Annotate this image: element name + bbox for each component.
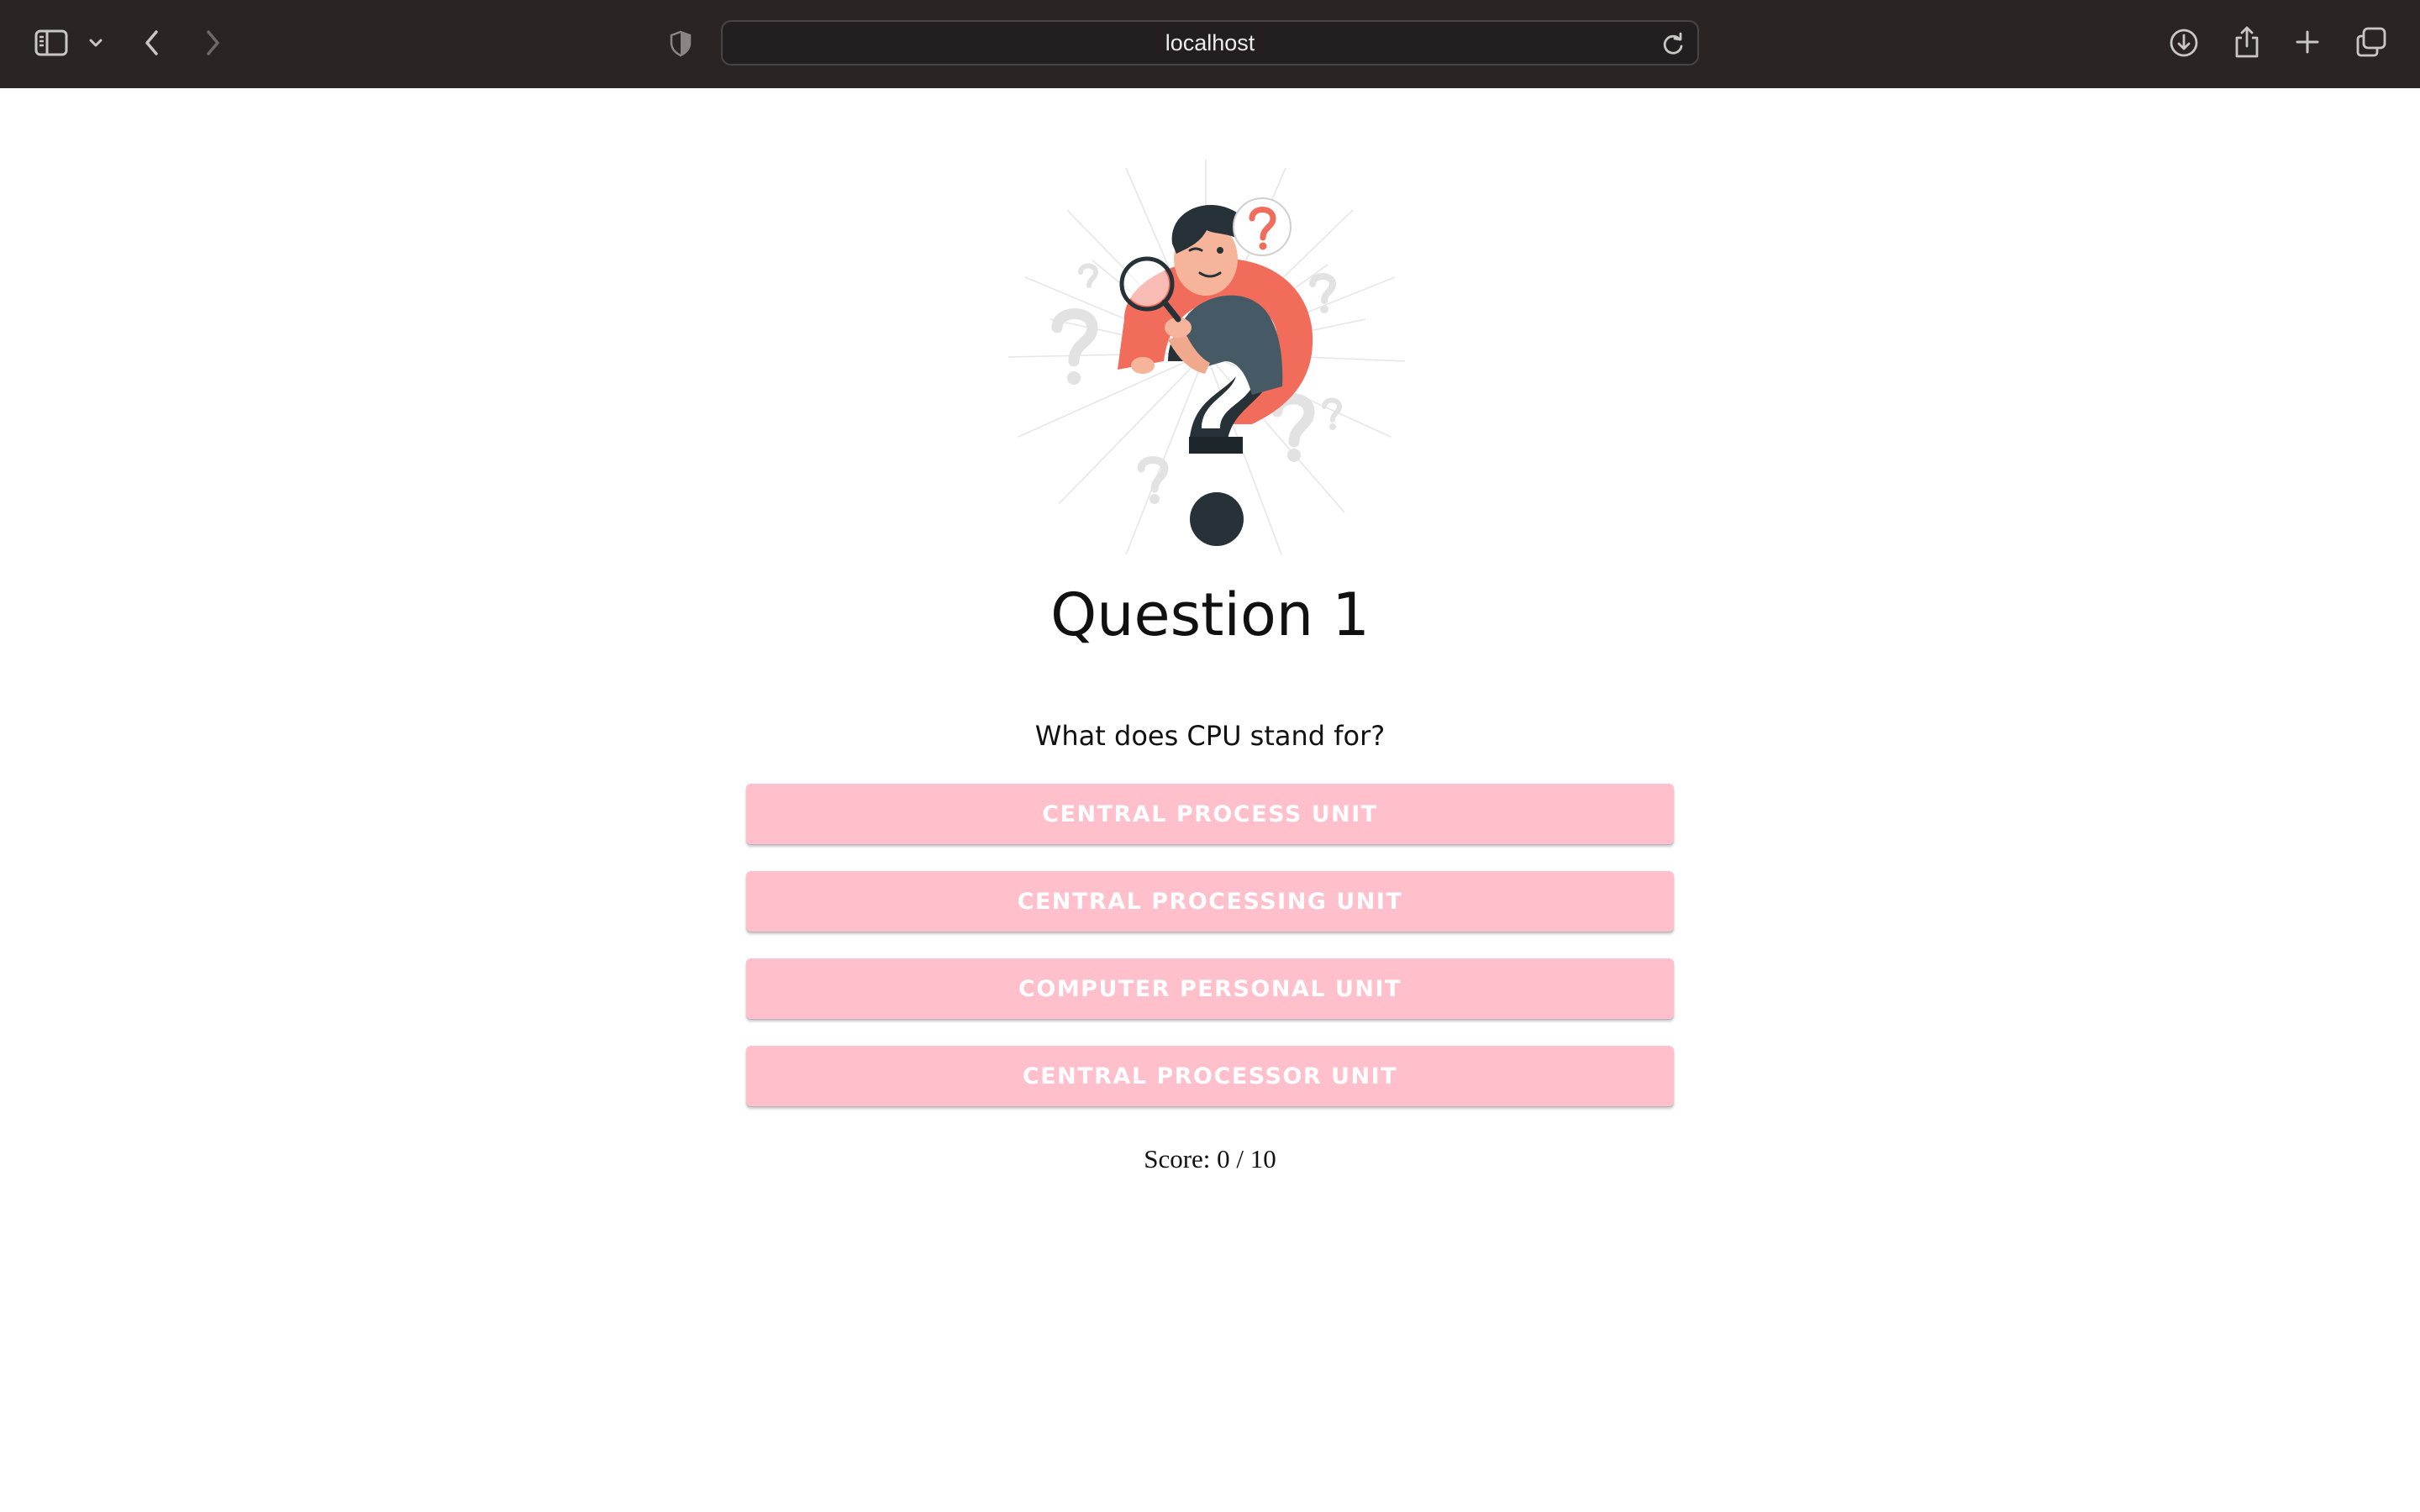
address-bar[interactable]: localhost bbox=[721, 20, 1699, 66]
browser-toolbar: localhost bbox=[0, 0, 2420, 88]
answer-button-3[interactable]: COMPUTER PERSONAL UNIT bbox=[746, 958, 1674, 1019]
chevron-right-icon[interactable] bbox=[200, 27, 225, 59]
question-text: What does CPU stand for? bbox=[1034, 720, 1386, 752]
sidebar-icon[interactable] bbox=[34, 27, 69, 59]
chevron-down-icon[interactable] bbox=[86, 34, 106, 52]
plus-icon[interactable] bbox=[2292, 27, 2323, 57]
tabs-overview-icon[interactable] bbox=[2354, 25, 2388, 59]
answer-list: CENTRAL PROCESS UNIT CENTRAL PROCESSING … bbox=[746, 784, 1674, 1133]
thinking-person-illustration bbox=[1000, 160, 1412, 563]
score-text: Score: 0 / 10 bbox=[1144, 1144, 1276, 1173]
question-title: Question 1 bbox=[1050, 580, 1370, 649]
address-url[interactable]: localhost bbox=[723, 22, 1697, 64]
answer-button-2[interactable]: CENTRAL PROCESSING UNIT bbox=[746, 871, 1674, 932]
shield-icon[interactable] bbox=[666, 29, 696, 59]
share-icon[interactable] bbox=[2232, 24, 2262, 60]
answer-button-1[interactable]: CENTRAL PROCESS UNIT bbox=[746, 784, 1674, 844]
download-icon[interactable] bbox=[2166, 25, 2202, 60]
reload-icon[interactable] bbox=[1660, 30, 1686, 61]
answer-button-4[interactable]: CENTRAL PROCESSOR UNIT bbox=[746, 1046, 1674, 1106]
chevron-left-icon[interactable] bbox=[139, 27, 165, 59]
